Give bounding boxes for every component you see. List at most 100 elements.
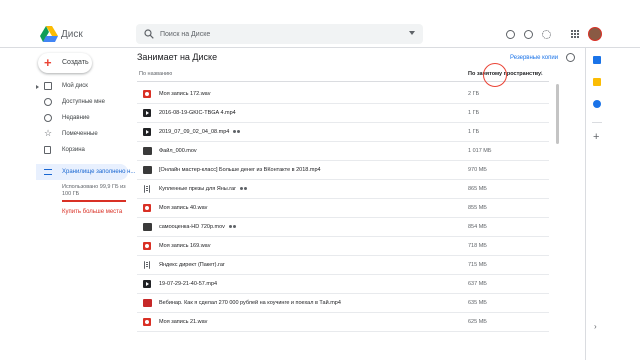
- video-thumbnail-icon: [143, 299, 152, 307]
- shared-people-icon: [229, 224, 237, 230]
- gear-icon[interactable]: [542, 30, 551, 39]
- table-row[interactable]: 19-07-29-21-40-57.mp4 637 МБ: [137, 275, 549, 294]
- video-file-icon: [143, 128, 151, 136]
- search-options-icon[interactable]: [409, 31, 415, 35]
- sidebar-item-recent[interactable]: Недавние: [40, 113, 130, 125]
- cursor-highlight: [483, 63, 507, 87]
- buy-storage-link[interactable]: Купить больше места: [62, 209, 122, 215]
- table-row[interactable]: 2019_07_09_02_04_08.mp4 1 ГБ: [137, 123, 549, 142]
- expand-arrow-icon[interactable]: [36, 85, 39, 89]
- keep-icon[interactable]: [593, 78, 601, 86]
- side-panel-divider: [585, 48, 586, 360]
- file-name: Моя запись 21.wav: [159, 319, 208, 325]
- file-size: 854 МБ: [468, 224, 487, 230]
- search-icon[interactable]: [144, 29, 154, 39]
- sidebar-item-my-drive[interactable]: Мой диск: [40, 81, 130, 93]
- file-size: 1 ГБ: [468, 110, 480, 116]
- file-name: Моя запись 169.wav: [159, 243, 211, 249]
- expand-panel-icon[interactable]: ›: [594, 322, 597, 331]
- table-row[interactable]: Файл_000.mov 1 017 МБ: [137, 142, 549, 161]
- video-thumbnail-icon: [143, 147, 152, 155]
- offline-status-icon[interactable]: [506, 30, 515, 39]
- file-name: 2019_07_09_02_04_08.mp4: [159, 129, 230, 135]
- search-box[interactable]: [136, 24, 423, 44]
- app-title: Диск: [61, 29, 83, 40]
- video-thumbnail-icon: [143, 223, 152, 231]
- sidebar-item-trash[interactable]: Корзина: [40, 145, 130, 157]
- file-size: 1 ГБ: [468, 129, 480, 135]
- storage-usage-text: Использовано 99,9 ГБ из 100 ГБ: [62, 184, 126, 197]
- table-row[interactable]: Моя запись 169.wav 718 МБ: [137, 237, 549, 256]
- table-row[interactable]: [Онлайн мастер-класс] Больше денег из ВК…: [137, 161, 549, 180]
- sidebar-item-label: Помеченные: [62, 131, 98, 137]
- video-thumbnail-icon: [143, 166, 152, 174]
- top-bar: Диск: [0, 0, 640, 48]
- sidebar-item-label: Мой диск: [62, 83, 88, 89]
- add-addon-icon[interactable]: +: [593, 132, 599, 143]
- table-row[interactable]: Моя запись 40.wav 855 МБ: [137, 199, 549, 218]
- video-file-icon: [143, 280, 151, 288]
- sort-by-name[interactable]: По названию: [139, 71, 172, 77]
- create-button[interactable]: + Создать: [38, 53, 92, 73]
- table-row[interactable]: Купленные презы для Яны.rar 865 МБ: [137, 180, 549, 199]
- drive-app: Диск + Создать Мой диск Доступные мне: [0, 0, 640, 360]
- file-name: Файл_000.mov: [159, 148, 197, 154]
- create-label: Создать: [62, 59, 89, 66]
- storage-progress-bar: [62, 200, 126, 202]
- side-panel-separator: [592, 122, 602, 123]
- page-title: Занимает на Диске: [137, 52, 218, 62]
- audio-file-icon: [143, 318, 151, 326]
- drive-logo-icon[interactable]: [40, 26, 58, 42]
- table-row[interactable]: Моя запись 172.wav 2 ГБ: [137, 85, 549, 104]
- apps-grid-icon[interactable]: [571, 30, 579, 38]
- sidebar-item-label: Недавние: [62, 115, 90, 121]
- sort-arrow-down-icon[interactable]: ↓: [540, 70, 544, 77]
- file-name: самооценка-HD 720p.mov: [159, 224, 225, 230]
- archive-file-icon: [144, 185, 150, 193]
- file-name: 19-07-29-21-40-57.mp4: [159, 281, 218, 287]
- avatar[interactable]: [588, 27, 602, 41]
- calendar-icon[interactable]: [593, 56, 601, 64]
- shared-people-icon: [233, 129, 241, 135]
- file-size: 715 МБ: [468, 262, 487, 268]
- sidebar-item-shared[interactable]: Доступные мне: [40, 97, 130, 109]
- file-name: Моя запись 172.wav: [159, 91, 211, 97]
- file-name: Купленные презы для Яны.rar: [159, 186, 236, 192]
- table-row[interactable]: 2016-08-19-GKIC-TBGA 4.mp4 1 ГБ: [137, 104, 549, 123]
- file-size: 855 МБ: [468, 205, 487, 211]
- table-row[interactable]: Моя запись 21.wav 625 МБ: [137, 313, 549, 332]
- file-size: 970 МБ: [468, 167, 487, 173]
- drive-icon: [44, 82, 52, 90]
- sidebar-item-label: Доступные мне: [62, 99, 105, 105]
- sidebar-item-starred[interactable]: ☆ Помеченные: [40, 129, 130, 141]
- audio-file-icon: [143, 242, 151, 250]
- help-icon[interactable]: [524, 30, 533, 39]
- file-list: Моя запись 172.wav 2 ГБ 2016-08-19-GKIC-TB…: [137, 85, 549, 332]
- file-name: 2016-08-19-GKIC-TBGA 4.mp4: [159, 110, 236, 116]
- clock-icon: [44, 114, 52, 122]
- sidebar-item-label: Корзина: [62, 147, 85, 153]
- file-size: 625 МБ: [468, 319, 487, 325]
- file-size: 637 МБ: [468, 281, 487, 287]
- trash-icon: [44, 146, 51, 154]
- table-row[interactable]: самооценка-HD 720p.mov 854 МБ: [137, 218, 549, 237]
- file-size: 2 ГБ: [468, 91, 480, 97]
- file-size: 718 МБ: [468, 243, 487, 249]
- table-row[interactable]: Вебинар. Как я сделал 270 000 рублей на …: [137, 294, 549, 313]
- shared-people-icon: [240, 186, 248, 192]
- video-file-icon: [143, 109, 151, 117]
- file-name: [Онлайн мастер-класс] Больше денег из ВК…: [159, 167, 321, 173]
- scrollbar[interactable]: [556, 84, 559, 144]
- audio-file-icon: [143, 90, 151, 98]
- tasks-icon[interactable]: [593, 100, 601, 108]
- file-size: 1 017 МБ: [468, 148, 492, 154]
- sidebar-item-storage[interactable]: Хранилище заполнено н...: [36, 164, 135, 180]
- search-input[interactable]: [160, 26, 400, 42]
- plus-icon: +: [44, 55, 52, 70]
- table-row[interactable]: Яндекс директ (Пакет).rar 715 МБ: [137, 256, 549, 275]
- people-icon: [44, 98, 52, 106]
- file-name: Яндекс директ (Пакет).rar: [159, 262, 225, 268]
- backups-link[interactable]: Резервные копии: [510, 55, 558, 61]
- file-size: 635 МБ: [468, 300, 487, 306]
- info-icon[interactable]: [566, 53, 575, 62]
